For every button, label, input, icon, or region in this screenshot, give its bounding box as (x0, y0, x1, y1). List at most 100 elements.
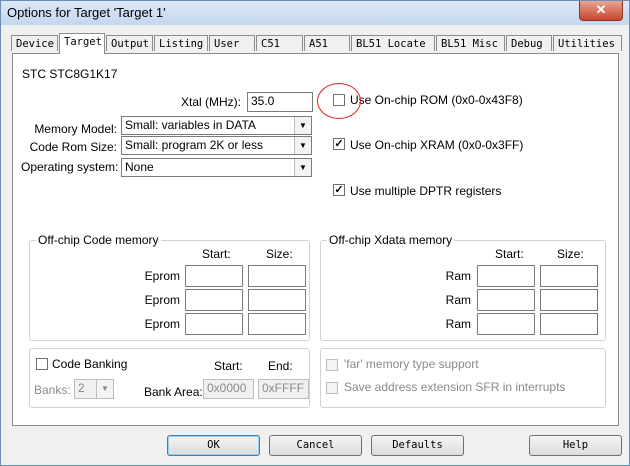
far-memory-checkbox[interactable] (326, 359, 338, 371)
cancel-button[interactable]: Cancel (269, 435, 362, 456)
tab-device[interactable]: Device (11, 35, 58, 51)
ram-start-input[interactable] (477, 289, 535, 311)
eprom-start-input[interactable] (185, 289, 243, 311)
ok-label: OK (207, 439, 220, 451)
tab-target[interactable]: Target (59, 33, 105, 54)
onchip-xram-label[interactable]: Use On-chip XRAM (0x0-0x3FF) (350, 138, 523, 152)
code-banking-group: Code Banking Start: End: Banks: 2 ▼ Bank… (29, 348, 310, 408)
tab-c51[interactable]: C51 (256, 35, 303, 51)
tab-label: Target (64, 36, 102, 48)
tab-a51[interactable]: A51 (304, 35, 350, 51)
close-button[interactable]: ✕ (579, 1, 623, 21)
bank-start-header: Start: (214, 359, 243, 373)
tab-label: BL51 Misc (441, 38, 498, 50)
onchip-xram-checkbox[interactable]: ✓ (333, 138, 345, 150)
eprom-size-input[interactable] (248, 313, 306, 335)
window-title: Options for Target 'Target 1' (7, 5, 166, 20)
xdata-start-header: Start: (495, 247, 524, 261)
xtal-input[interactable]: 35.0 (247, 92, 313, 112)
onchip-rom-label[interactable]: Use On-chip ROM (0x0-0x43F8) (350, 93, 523, 107)
far-memory-group: 'far' memory type support Save address e… (320, 348, 606, 408)
chevron-down-icon[interactable]: ▼ (294, 117, 311, 134)
far-memory-label[interactable]: 'far' memory type support (344, 357, 479, 371)
bank-end-input[interactable]: 0xFFFF (258, 379, 309, 399)
code-rom-size-label: Code Rom Size: (29, 140, 117, 154)
banks-label: Banks: (34, 383, 71, 397)
ram-label: Ram (445, 269, 471, 283)
tab-label: Debug (511, 38, 543, 50)
offchip-xdata-title: Off-chip Xdata memory (327, 233, 455, 247)
title-bar[interactable]: Options for Target 'Target 1' ✕ (1, 1, 629, 25)
memory-model-label: Memory Model: (34, 122, 117, 136)
tab-label: C51 (261, 38, 280, 50)
tab-listing[interactable]: Listing (154, 35, 208, 51)
tab-label: Device (16, 38, 54, 50)
options-dialog: Options for Target 'Target 1' ✕ Device T… (0, 0, 630, 466)
save-sfr-label[interactable]: Save address extension SFR in interrupts (344, 380, 565, 394)
close-icon: ✕ (595, 2, 607, 17)
help-button[interactable]: Help (529, 435, 622, 456)
tab-bl51-locate[interactable]: BL51 Locate (351, 35, 435, 51)
tab-user[interactable]: User (209, 35, 255, 51)
ram-size-input[interactable] (540, 313, 598, 335)
eprom-start-input[interactable] (185, 265, 243, 287)
save-sfr-checkbox[interactable] (326, 382, 338, 394)
tab-label: Listing (159, 38, 204, 50)
ram-label: Ram (445, 293, 471, 307)
ok-button[interactable]: OK (167, 435, 260, 456)
eprom-label: Eprom (144, 317, 180, 331)
help-label: Help (562, 439, 589, 451)
eprom-label: Eprom (144, 293, 180, 307)
chevron-down-icon[interactable]: ▼ (294, 137, 311, 154)
code-start-header: Start: (202, 247, 231, 261)
ram-size-input[interactable] (540, 289, 598, 311)
tab-debug[interactable]: Debug (506, 35, 552, 51)
operating-system-value: None (125, 160, 154, 174)
tab-output[interactable]: Output (106, 35, 153, 51)
bank-end-value: 0xFFFF (262, 381, 304, 395)
xtal-label: Xtal (MHz): (181, 95, 241, 109)
tab-label: BL51 Locate (356, 38, 426, 50)
bank-start-input[interactable]: 0x0000 (203, 379, 254, 399)
bank-area-label: Bank Area: (144, 385, 203, 399)
tab-label: User (214, 38, 240, 50)
tab-label: A51 (309, 38, 328, 50)
multiple-dptr-label[interactable]: Use multiple DPTR registers (350, 184, 501, 198)
memory-model-select[interactable]: Small: variables in DATA ▼ (121, 116, 312, 135)
eprom-size-input[interactable] (248, 289, 306, 311)
target-tab-panel: STC STC8G1K17 Xtal (MHz): 35.0 Memory Mo… (12, 53, 619, 426)
chevron-down-icon[interactable]: ▼ (294, 159, 311, 176)
multiple-dptr-checkbox[interactable]: ✓ (333, 184, 345, 196)
eprom-size-input[interactable] (248, 265, 306, 287)
operating-system-label: Operating system: (21, 160, 119, 174)
code-rom-size-value: Small: program 2K or less (125, 138, 264, 152)
code-size-header: Size: (266, 247, 293, 261)
xdata-size-header: Size: (557, 247, 584, 261)
defaults-button[interactable]: Defaults (371, 435, 464, 456)
operating-system-select[interactable]: None ▼ (121, 158, 312, 177)
code-banking-label[interactable]: Code Banking (52, 357, 127, 371)
offchip-xdata-group: Off-chip Xdata memory Start: Size: Ram R… (320, 233, 606, 341)
cancel-label: Cancel (296, 439, 335, 451)
tab-label: Output (111, 38, 149, 50)
tab-bl51-misc[interactable]: BL51 Misc (436, 35, 505, 51)
banks-value: 2 (78, 381, 85, 395)
offchip-code-title: Off-chip Code memory (36, 233, 161, 247)
ram-start-input[interactable] (477, 265, 535, 287)
ram-size-input[interactable] (540, 265, 598, 287)
tab-utilities[interactable]: Utilities (553, 35, 622, 51)
offchip-code-group: Off-chip Code memory Start: Size: Eprom … (29, 233, 310, 341)
code-banking-checkbox[interactable] (36, 358, 48, 370)
bank-end-header: End: (268, 359, 293, 373)
xtal-value: 35.0 (251, 94, 275, 108)
ram-label: Ram (445, 317, 471, 331)
bank-start-value: 0x0000 (207, 381, 247, 395)
defaults-label: Defaults (392, 439, 443, 451)
banks-select[interactable]: 2 ▼ (74, 379, 114, 399)
eprom-label: Eprom (144, 269, 180, 283)
eprom-start-input[interactable] (185, 313, 243, 335)
code-rom-size-select[interactable]: Small: program 2K or less ▼ (121, 136, 312, 155)
ram-start-input[interactable] (477, 313, 535, 335)
chevron-down-icon[interactable]: ▼ (96, 380, 113, 398)
tab-label: Utilities (558, 38, 615, 50)
